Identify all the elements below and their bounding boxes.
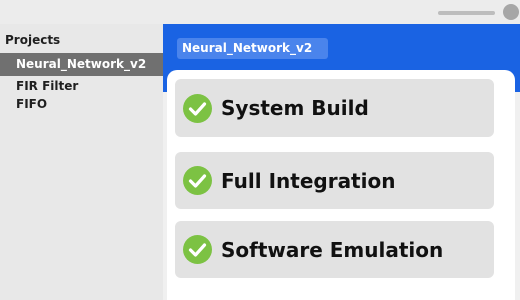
step-card-full-integration[interactable]: Full Integration [175, 152, 494, 209]
projects-heading: Projects [5, 33, 61, 47]
window-title-bar [0, 0, 520, 24]
check-circle-icon [183, 235, 212, 264]
step-label: Software Emulation [221, 237, 444, 262]
step-card-system-build[interactable]: System Build [175, 79, 494, 137]
check-circle-icon [183, 93, 212, 123]
step-label: Full Integration [221, 168, 396, 193]
projects-sidebar: Projects Neural_Network_v2 FIR Filter FI… [0, 24, 163, 300]
sidebar-item-fifo[interactable]: FIFO [0, 96, 163, 113]
sidebar-item-neural-network-v2[interactable]: Neural_Network_v2 [0, 53, 163, 76]
title-bar-slider[interactable] [438, 11, 495, 15]
step-label: System Build [221, 96, 369, 120]
step-card-software-emulation[interactable]: Software Emulation [175, 221, 494, 278]
active-project-tab[interactable]: Neural_Network_v2 [177, 38, 329, 59]
sidebar-item-fir-filter[interactable]: FIR Filter [0, 78, 163, 95]
check-circle-icon [183, 166, 212, 195]
avatar[interactable] [503, 4, 519, 20]
